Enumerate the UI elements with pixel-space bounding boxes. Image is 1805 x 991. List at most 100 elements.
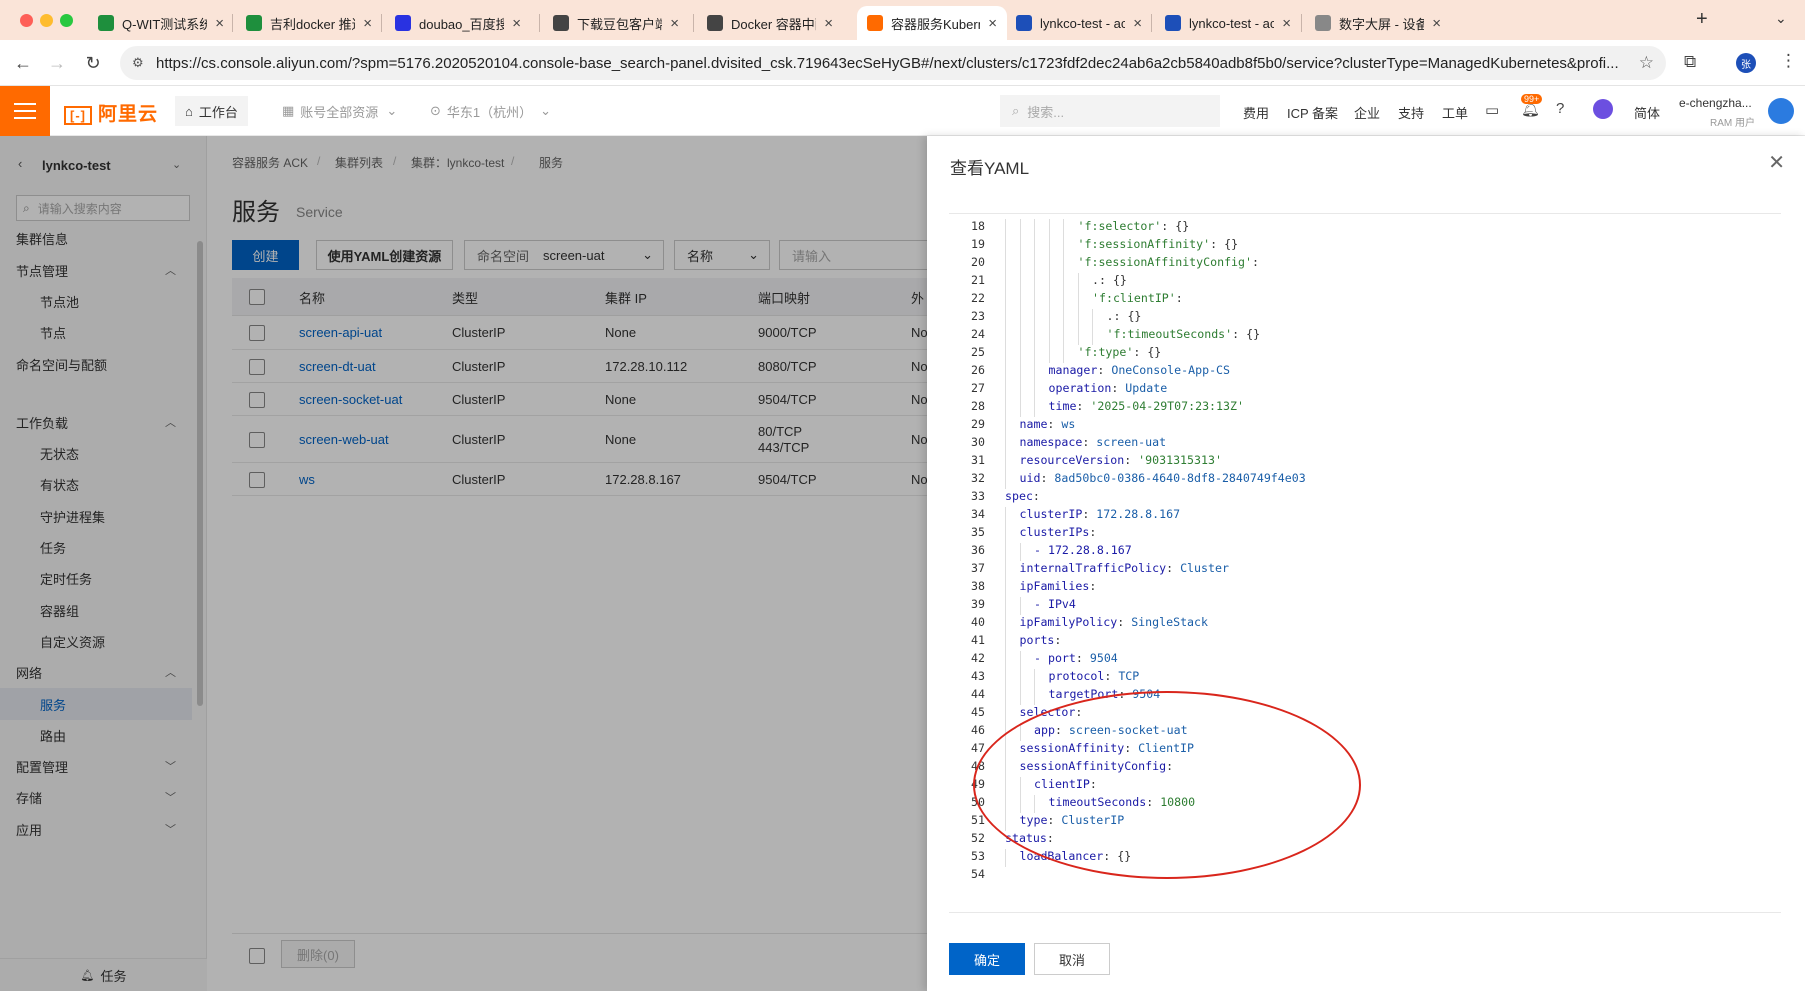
line-number: 22 (971, 291, 985, 305)
tab-close-icon[interactable]: × (824, 15, 833, 32)
yaml-value: '9031315313' (1138, 453, 1222, 467)
yaml-key: uid (1019, 471, 1041, 485)
browser-tab[interactable]: 容器服务Kubernete × (857, 6, 1007, 40)
tab-close-icon[interactable]: × (363, 15, 372, 32)
line-number: 43 (971, 669, 985, 683)
confirm-button[interactable]: 确定 (949, 943, 1025, 975)
yaml-key: clusterIP (1019, 507, 1083, 521)
menu-hamburger-icon[interactable] (0, 86, 50, 136)
yaml-key: - port (1034, 651, 1076, 665)
site-info-icon[interactable]: ⚙ (132, 55, 144, 71)
aliyun-logo[interactable]: [-] 阿里云 (64, 99, 158, 126)
maximize-window-icon[interactable] (60, 14, 73, 27)
browser-tab[interactable]: lynkco-test - ack_ × (1006, 6, 1152, 40)
yaml-line: 'f:sessionAffinityConfig': (1077, 255, 1266, 269)
tab-close-icon[interactable]: × (1282, 15, 1291, 32)
yaml-key: . (1092, 273, 1099, 287)
link-icp[interactable]: ICP 备案 (1287, 103, 1338, 122)
help-icon[interactable]: ? (1556, 100, 1564, 117)
close-window-icon[interactable] (20, 14, 33, 27)
link-ticket[interactable]: 工单 (1442, 103, 1468, 122)
yaml-line: - 172.28.8.167 (1034, 543, 1132, 557)
header-search-input[interactable]: ⌕ 搜索... (1000, 95, 1220, 127)
line-number: 31 (971, 453, 985, 467)
yaml-line: .: {} (1106, 309, 1142, 323)
yaml-value: 8ad50bc0-0386-4640-8df8-2840749f4e03 (1054, 471, 1306, 485)
tab-close-icon[interactable]: × (1133, 15, 1142, 32)
language-switch[interactable]: 简体 (1634, 103, 1660, 122)
yaml-value: {} (1112, 273, 1127, 287)
tab-list-chevron-icon[interactable]: ⌄ (1775, 10, 1787, 27)
link-billing[interactable]: 费用 (1243, 103, 1269, 122)
tab-close-icon[interactable]: × (988, 15, 997, 32)
new-tab-icon[interactable]: + (1696, 8, 1708, 31)
user-name[interactable]: e-chengzha... (1679, 96, 1752, 110)
yaml-key: 'f:sessionAffinityConfig' (1077, 255, 1253, 269)
yaml-line: name: ws (1019, 417, 1076, 431)
line-number: 51 (971, 813, 985, 827)
browser-tab[interactable]: lynkco-test - ack_ × (1155, 6, 1301, 40)
address-bar: ← → ↻ ⚙ https://cs.console.aliyun.com/?s… (0, 40, 1805, 86)
yaml-line: .: {} (1092, 273, 1127, 287)
browser-tab[interactable]: doubao_百度搜索 × (385, 6, 531, 40)
location-pin-icon: ⊙ (430, 103, 441, 118)
tab-close-icon[interactable]: × (670, 15, 679, 32)
back-arrow-icon[interactable]: ← (10, 50, 36, 76)
workbench-button[interactable]: ⌂ 工作台 (175, 96, 248, 126)
baidu-paw-icon (395, 15, 411, 31)
reload-icon[interactable]: ↻ (80, 50, 106, 76)
link-enterprise[interactable]: 企业 (1354, 103, 1380, 122)
browser-tab[interactable]: Q-WIT测试系统-福 × (88, 6, 234, 40)
yaml-line: uid: 8ad50bc0-0386-4640-8df8-2840749f4e0… (1019, 471, 1306, 485)
tab-close-icon[interactable]: × (215, 15, 224, 32)
grid-icon: ▦ (282, 103, 295, 118)
yaml-value: {} (1147, 345, 1162, 359)
link-support[interactable]: 支持 (1398, 103, 1424, 122)
yaml-value: {} (1224, 237, 1239, 251)
globe-icon (1315, 15, 1331, 31)
browser-tab[interactable]: 下载豆包客户端 - × (543, 6, 689, 40)
browser-menu-icon[interactable]: ⋮ (1780, 51, 1797, 71)
yaml-key: ipFamilyPolicy (1019, 615, 1118, 629)
modal-overlay[interactable] (0, 136, 927, 991)
doubao-icon (707, 15, 723, 31)
line-number: 45 (971, 705, 985, 719)
shield-icon (246, 15, 262, 31)
line-number: 29 (971, 417, 985, 431)
ack-icon (1016, 15, 1032, 31)
terminal-icon[interactable]: ▭ (1485, 101, 1499, 119)
browser-tab[interactable]: 吉利docker 推送 × (236, 6, 382, 40)
close-icon[interactable]: ✕ (1768, 150, 1785, 175)
yaml-key: time (1048, 399, 1077, 413)
line-number: 28 (971, 399, 985, 413)
bookmark-star-icon[interactable]: ☆ (1639, 53, 1654, 73)
ai-assistant-icon[interactable] (1593, 99, 1613, 119)
line-number: 52 (971, 831, 985, 845)
line-number: 20 (971, 255, 985, 269)
user-avatar[interactable] (1768, 98, 1794, 124)
forward-arrow-icon[interactable]: → (44, 50, 70, 76)
user-role: RAM 用户 (1710, 118, 1755, 129)
yaml-key: operation (1048, 381, 1112, 395)
extensions-icon[interactable]: ⧉ (1684, 52, 1696, 72)
line-number: 19 (971, 237, 985, 251)
tab-close-icon[interactable]: × (512, 15, 521, 32)
yaml-line: manager: OneConsole-App-CS (1048, 363, 1231, 377)
cancel-button[interactable]: 取消 (1034, 943, 1110, 975)
line-number: 38 (971, 579, 985, 593)
line-number: 21 (971, 273, 985, 287)
url-field[interactable]: ⚙ https://cs.console.aliyun.com/?spm=517… (120, 46, 1666, 80)
yaml-key: ports (1019, 633, 1055, 647)
line-number: 23 (971, 309, 985, 323)
yaml-line: operation: Update (1048, 381, 1168, 395)
minimize-window-icon[interactable] (40, 14, 53, 27)
browser-tab[interactable]: 数字大屏 - 设备管理 × (1305, 6, 1451, 40)
yaml-value: {} (1175, 219, 1190, 233)
tab-close-icon[interactable]: × (1432, 15, 1441, 32)
yaml-value: Update (1125, 381, 1168, 395)
region-selector[interactable]: ⊙ 华东1（杭州） ⌄ (420, 96, 561, 126)
profile-avatar-icon[interactable]: 张 (1736, 53, 1756, 73)
line-number: 42 (971, 651, 985, 665)
browser-tab[interactable]: Docker 容器中配置 × (697, 6, 843, 40)
account-resource-selector[interactable]: ▦ 账号全部资源 ⌄ (272, 96, 407, 126)
